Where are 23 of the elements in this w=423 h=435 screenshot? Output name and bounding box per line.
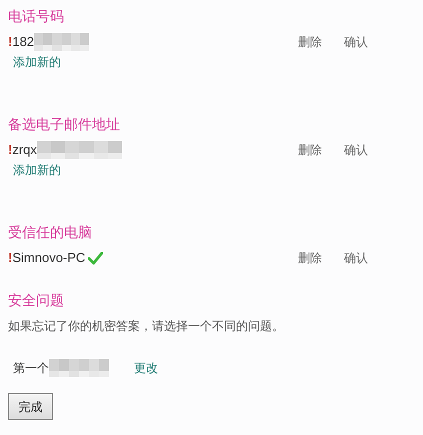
section-title: 受信任的电脑: [8, 223, 93, 242]
warning-mark: !: [8, 141, 12, 160]
section-title: 安全问题: [8, 291, 65, 310]
action-link[interactable]: 删除: [298, 33, 322, 51]
item-value: zrqx: [12, 141, 37, 160]
question-label: 第一个: [13, 360, 49, 377]
action-link[interactable]: 删除: [298, 249, 322, 267]
action-link[interactable]: 确认: [344, 33, 368, 51]
section-title: 备选电子邮件地址: [8, 115, 121, 134]
add-new-link[interactable]: 添加新的: [13, 162, 61, 178]
action-link[interactable]: 确认: [344, 249, 368, 267]
action-link[interactable]: 确认: [344, 141, 368, 159]
item-value: Simnovo-PC: [12, 249, 86, 268]
warning-mark: !: [8, 249, 12, 268]
add-new-link[interactable]: 添加新的: [13, 54, 61, 70]
redaction-blur: [49, 359, 109, 377]
section-title: 电话号码: [8, 7, 65, 26]
warning-mark: !: [8, 33, 12, 52]
action-link[interactable]: 删除: [298, 141, 322, 159]
description-text: 如果忘记了你的机密答案，请选择一个不同的问题。: [8, 318, 285, 335]
item-value: 182: [12, 33, 34, 52]
change-link[interactable]: 更改: [134, 359, 158, 377]
done-button[interactable]: 完成: [8, 393, 53, 420]
